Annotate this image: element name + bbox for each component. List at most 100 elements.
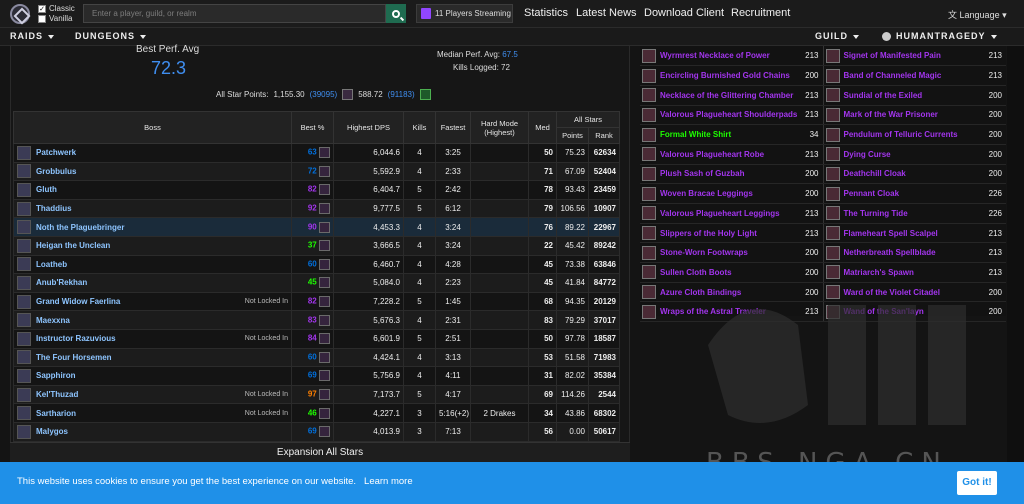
col-hard-mode[interactable]: Hard Mode (Highest) <box>470 111 529 144</box>
gear-item[interactable]: Woven Bracae Leggings <box>640 186 799 201</box>
boss-name-link[interactable]: Heigan the Unclean <box>36 241 110 250</box>
gear-item[interactable]: Band of Channeled Magic <box>824 68 982 83</box>
gear-item[interactable]: Mark of the War Prisoner <box>824 107 982 122</box>
classic-checkbox[interactable]: ✓ Classic <box>38 4 75 13</box>
table-row[interactable]: Loatheb 60 6,460.7 4 4:28 45 73.38 63846 <box>13 254 620 275</box>
gear-item[interactable]: Valorous Plagueheart Shoulderpads <box>640 107 799 122</box>
item-name[interactable]: Dying Curse <box>844 150 891 159</box>
gear-item[interactable]: Wyrmrest Necklace of Power <box>640 48 799 63</box>
gear-item[interactable]: Plush Sash of Guzbah <box>640 166 799 181</box>
vanilla-checkbox[interactable]: Vanilla <box>38 14 72 23</box>
item-name[interactable]: Encircling Burnished Gold Chains <box>660 71 790 80</box>
item-name[interactable]: Deathchill Cloak <box>844 169 906 178</box>
boss-name-link[interactable]: Loatheb <box>36 260 67 269</box>
gear-item[interactable]: The Turning Tide <box>824 206 982 221</box>
boss-name-link[interactable]: Noth the Plaguebringer <box>36 223 124 232</box>
col-dps[interactable]: Highest DPS <box>333 111 404 144</box>
item-name[interactable]: Flameheart Spell Scalpel <box>844 229 938 238</box>
gear-item[interactable]: Pendulum of Telluric Currents <box>824 127 982 142</box>
table-row[interactable]: Noth the Plaguebringer 90 4,453.3 4 3:24 76 8… <box>13 217 620 237</box>
table-row[interactable]: Sartharion Not Locked In 46 4,227.1 3 5:16(+… <box>13 403 620 423</box>
item-name[interactable]: Sundial of the Exiled <box>844 91 923 100</box>
table-row[interactable]: Thaddius 92 9,777.5 5 6:12 79 106.56 10907 <box>13 198 620 219</box>
table-row[interactable]: Grobbulus 72 5,592.9 4 2:33 71 67.09 52404 <box>13 161 620 182</box>
gear-item[interactable]: Valorous Plagueheart Leggings <box>640 206 799 221</box>
table-row[interactable]: Patchwerk 63 6,044.6 4 3:25 50 75.23 62634 <box>13 143 620 163</box>
gear-item[interactable]: Necklace of the Glittering Chamber <box>640 88 799 103</box>
gear-item[interactable]: Encircling Burnished Gold Chains <box>640 68 799 83</box>
item-name[interactable]: Signet of Manifested Pain <box>844 51 941 60</box>
boss-name-link[interactable]: Maexxna <box>36 316 70 325</box>
site-logo-icon[interactable] <box>10 4 30 24</box>
table-row[interactable]: Gluth 82 6,404.7 5 2:42 78 93.43 23459 <box>13 180 620 200</box>
boss-name-link[interactable]: Sartharion <box>36 409 76 418</box>
item-name[interactable]: Valorous Plagueheart Leggings <box>660 209 780 218</box>
learn-more-link[interactable]: Learn more <box>364 476 413 487</box>
gear-item[interactable]: Sundial of the Exiled <box>824 88 982 103</box>
gear-item[interactable]: Flameheart Spell Scalpel <box>824 226 982 241</box>
gear-item[interactable]: Sullen Cloth Boots <box>640 265 799 280</box>
col-boss[interactable]: Boss <box>13 111 292 144</box>
table-row[interactable]: Instructor Razuvious Not Locked In 84 6,60… <box>13 328 620 349</box>
table-row[interactable]: Kel'Thuzad Not Locked In 97 7,173.7 5 4:17 69… <box>13 384 620 405</box>
boss-name-link[interactable]: The Four Horsemen <box>36 353 112 362</box>
item-name[interactable]: Band of Channeled Magic <box>844 71 942 80</box>
col-fastest[interactable]: Fastest <box>435 111 471 144</box>
user-menu[interactable]: HUMANTRAGEDY <box>882 31 997 42</box>
search-button[interactable] <box>386 4 406 23</box>
statistics-link[interactable]: Statistics <box>524 7 568 19</box>
gear-item[interactable]: Netherbreath Spellblade <box>824 245 982 260</box>
streaming-button[interactable]: 11 Players Streaming <box>416 4 513 23</box>
item-name[interactable]: The Turning Tide <box>844 209 908 218</box>
boss-name-link[interactable]: Grand Widow Faerlina <box>36 297 120 306</box>
boss-name-link[interactable]: Malygos <box>36 427 68 436</box>
table-row[interactable]: Heigan the Unclean 37 3,666.5 4 3:24 22 45.42… <box>13 235 620 256</box>
language-selector[interactable]: 文 Language ▾ <box>948 8 1007 21</box>
table-row[interactable]: The Four Horsemen 60 4,424.1 4 3:13 53 51.58 7… <box>13 347 620 368</box>
latest-news-link[interactable]: Latest News <box>576 7 637 19</box>
item-name[interactable]: Mark of the War Prisoner <box>844 110 938 119</box>
item-name[interactable]: Stone-Worn Footwraps <box>660 248 748 257</box>
col-rank[interactable]: Rank <box>588 127 620 144</box>
col-kills[interactable]: Kills <box>403 111 436 144</box>
item-name[interactable]: Slippers of the Holy Light <box>660 229 757 238</box>
gear-item[interactable]: Valorous Plagueheart Robe <box>640 147 799 162</box>
gear-item[interactable]: Formal White Shirt <box>640 127 799 142</box>
boss-name-link[interactable]: Patchwerk <box>36 148 76 157</box>
download-client-link[interactable]: Download Client <box>644 7 724 19</box>
item-name[interactable]: Valorous Plagueheart Robe <box>660 150 764 159</box>
col-points[interactable]: Points <box>556 127 589 144</box>
table-row[interactable]: Anub'Rekhan 45 5,084.0 4 2:23 45 41.84 84772 <box>13 273 620 293</box>
search-input[interactable] <box>83 4 386 23</box>
table-row[interactable]: Grand Widow Faerlina Not Locked In 82 7,22… <box>13 291 620 312</box>
raids-menu[interactable]: RAIDS <box>10 31 55 41</box>
boss-name-link[interactable]: Instructor Razuvious <box>36 334 116 343</box>
gear-item[interactable]: Stone-Worn Footwraps <box>640 245 799 260</box>
table-row[interactable]: Malygos 69 4,013.9 3 7:13 56 0.00 50617 <box>13 421 620 442</box>
item-name[interactable]: Plush Sash of Guzbah <box>660 169 744 178</box>
gear-item[interactable]: Deathchill Cloak <box>824 166 982 181</box>
item-name[interactable]: Netherbreath Spellblade <box>844 248 936 257</box>
gear-item[interactable]: Matriarch's Spawn <box>824 265 982 280</box>
got-it-button[interactable]: Got it! <box>957 471 997 495</box>
item-name[interactable]: Sullen Cloth Boots <box>660 268 732 277</box>
item-name[interactable]: Matriarch's Spawn <box>844 268 914 277</box>
gear-item[interactable]: Slippers of the Holy Light <box>640 226 799 241</box>
boss-name-link[interactable]: Kel'Thuzad <box>36 390 78 399</box>
boss-name-link[interactable]: Gluth <box>36 185 57 194</box>
boss-name-link[interactable]: Anub'Rekhan <box>36 278 87 287</box>
col-med[interactable]: Med <box>528 111 557 144</box>
gear-item[interactable]: Signet of Manifested Pain <box>824 48 982 63</box>
boss-name-link[interactable]: Grobbulus <box>36 167 76 176</box>
item-name[interactable]: Woven Bracae Leggings <box>660 189 753 198</box>
boss-name-link[interactable]: Sapphiron <box>36 371 76 380</box>
gear-item[interactable]: Dying Curse <box>824 147 982 162</box>
guild-menu[interactable]: GUILD <box>815 31 859 41</box>
item-name[interactable]: Valorous Plagueheart Shoulderpads <box>660 110 797 119</box>
item-name[interactable]: Necklace of the Glittering Chamber <box>660 91 793 100</box>
table-row[interactable]: Maexxna 83 5,676.3 4 2:31 83 79.29 37017 <box>13 310 620 330</box>
col-best[interactable]: Best % <box>291 111 334 144</box>
item-name[interactable]: Formal White Shirt <box>660 130 731 139</box>
dungeons-menu[interactable]: DUNGEONS <box>75 31 147 41</box>
boss-name-link[interactable]: Thaddius <box>36 204 72 213</box>
